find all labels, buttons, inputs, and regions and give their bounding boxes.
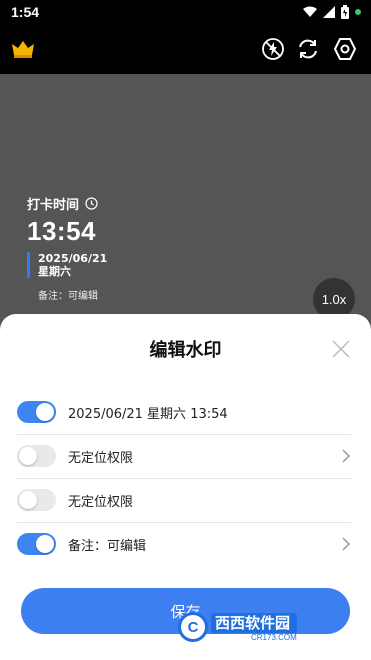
watermark-site-url: CR173.COM (251, 632, 297, 642)
location-toggle[interactable] (17, 445, 56, 467)
row-label: 备注：可编辑 (68, 538, 147, 554)
signal-icon (323, 6, 335, 18)
camera-preview[interactable]: 打卡时间 13:54 2025/06/21 星期六 备注：可编辑 1.0x (0, 74, 371, 334)
settings-icon[interactable] (333, 37, 357, 61)
watermark-text: 西西软件园 CR173.COM (211, 612, 297, 642)
list-item-datetime[interactable]: 2025/06/21 星期六 13:54 (17, 390, 351, 434)
watermark-date: 2025/06/21 (38, 252, 108, 265)
watermark-weekday: 星期六 (38, 265, 71, 278)
watermark-logo-mark: C (178, 612, 208, 642)
chevron-right-icon (342, 449, 351, 463)
crown-icon[interactable] (12, 40, 34, 58)
close-icon[interactable] (330, 338, 352, 360)
note-toggle[interactable] (17, 533, 56, 555)
switch-camera-icon[interactable] (296, 37, 320, 61)
clock-icon (85, 197, 98, 210)
status-dot (355, 9, 361, 15)
list-item-location[interactable]: 无定位权限 (17, 434, 351, 478)
watermark-time: 13:54 (27, 216, 96, 246)
site-watermark-logo: C 西西软件园 CR173.COM (178, 610, 350, 644)
list-item-location-2[interactable]: 无定位权限 (17, 478, 351, 522)
row-label: 无定位权限 (68, 494, 134, 510)
watermark-title-row: 打卡时间 (27, 194, 98, 213)
watermark-date-block: 2025/06/21 星期六 (27, 252, 107, 278)
list-item-note[interactable]: 备注：可编辑 (17, 522, 351, 566)
wifi-icon (303, 6, 317, 17)
toggle-knob (36, 403, 54, 421)
edit-watermark-sheet: 编辑水印 2025/06/21 星期六 13:54 无定位权限 无定位权限 备注… (0, 314, 371, 660)
toggle-knob (19, 447, 37, 465)
status-time: 1:54 (11, 4, 40, 20)
status-bar: 1:54 (0, 0, 371, 26)
sheet-title: 编辑水印 (149, 340, 222, 361)
toggle-knob (19, 491, 37, 509)
row-label: 无定位权限 (68, 450, 134, 466)
battery-icon (341, 5, 349, 19)
toggle-knob (36, 535, 54, 553)
watermark-site-name: 西西软件园 (211, 612, 297, 633)
flash-off-icon[interactable] (261, 37, 285, 61)
chevron-right-icon (342, 537, 351, 551)
camera-toolbar (0, 26, 371, 74)
watermark-title: 打卡时间 (27, 198, 80, 213)
status-icons (303, 5, 361, 19)
datetime-toggle[interactable] (17, 401, 56, 423)
watermark-note: 备注：可编辑 (38, 291, 98, 302)
location-toggle-2[interactable] (17, 489, 56, 511)
row-label: 2025/06/21 星期六 13:54 (68, 406, 228, 422)
